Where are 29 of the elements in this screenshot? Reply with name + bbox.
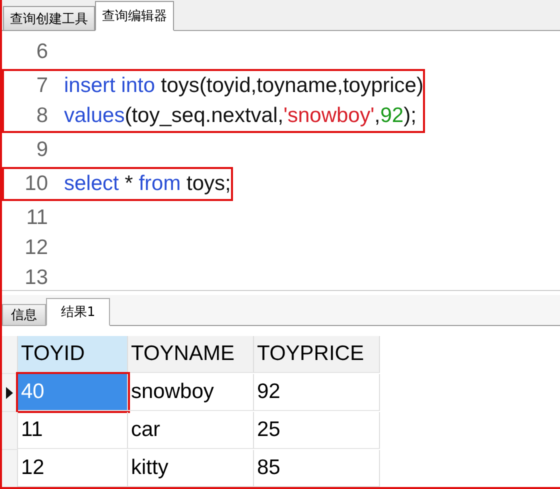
line-number: 7	[35, 74, 49, 98]
code-line: select * from toys;	[64, 172, 231, 196]
column-header[interactable]: TOYNAME	[128, 336, 254, 373]
code-line: insert into toys(toyid,toyname,toyprice)	[64, 74, 424, 98]
line-number: 11	[25, 206, 49, 230]
line-number: 9	[35, 138, 49, 162]
column-header[interactable]: TOYID	[18, 336, 128, 373]
table-cell: 85	[254, 450, 380, 487]
result-tab[interactable]: 结果1	[46, 298, 110, 326]
editor-tab[interactable]: 查询创建工具	[3, 6, 95, 31]
table-cell: car	[128, 412, 254, 449]
editor-tab[interactable]: 查询编辑器	[95, 1, 174, 31]
result-tab[interactable]: 信息	[2, 304, 46, 326]
table-cell: 40	[18, 374, 128, 411]
column-header[interactable]: TOYPRICE	[254, 336, 380, 373]
table-cell: kitty	[128, 450, 254, 487]
code-line: values(toy_seq.nextval,'snowboy',92);	[64, 104, 416, 128]
current-row-icon	[6, 386, 13, 398]
table-cell: 12	[18, 450, 128, 487]
line-number: 10	[24, 172, 49, 196]
line-number: 13	[24, 266, 49, 290]
line-number: 8	[35, 104, 49, 128]
line-number: 12	[24, 236, 49, 260]
table-cell: 11	[18, 412, 128, 449]
table-cell: 92	[254, 374, 380, 411]
line-number: 6	[35, 40, 49, 64]
row-header	[2, 336, 18, 374]
table-cell: 25	[254, 412, 380, 449]
table-cell: snowboy	[128, 374, 254, 411]
